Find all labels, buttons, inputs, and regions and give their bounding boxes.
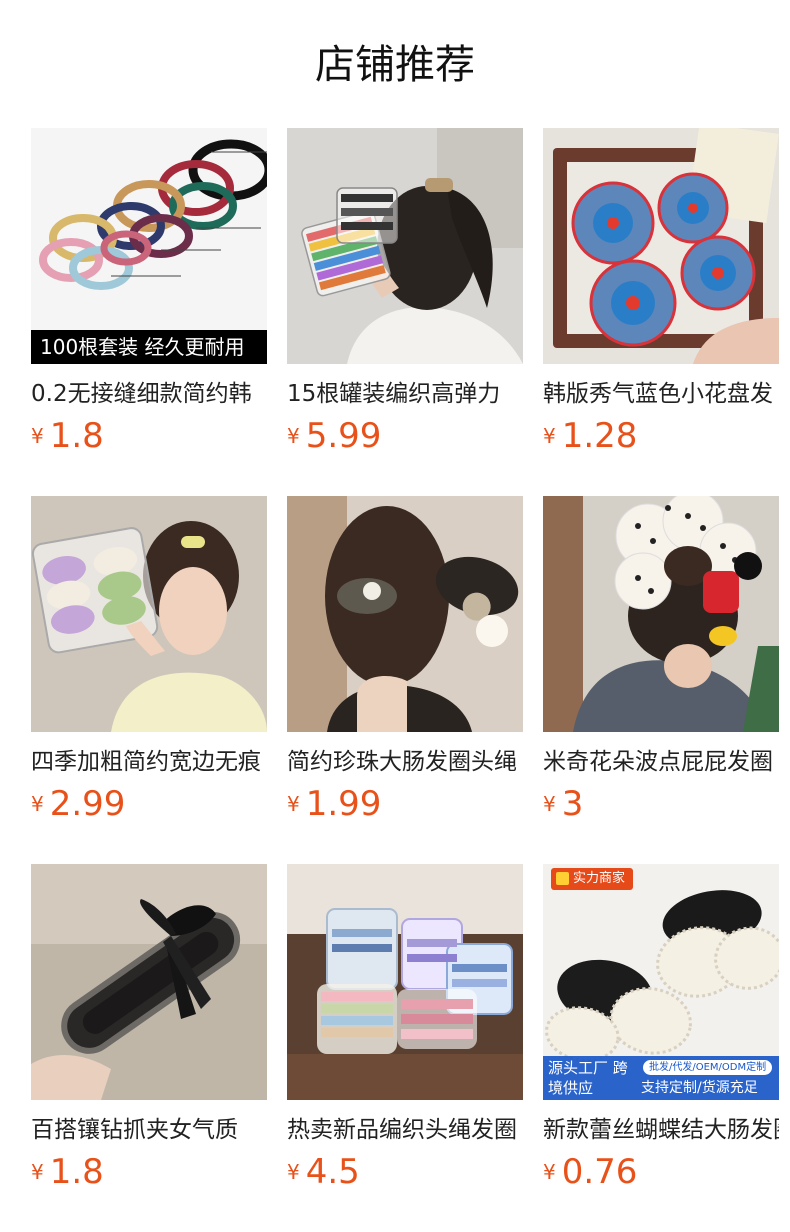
currency-symbol: ¥ xyxy=(543,1160,556,1184)
price-amount: 1.8 xyxy=(49,416,104,456)
product-image[interactable] xyxy=(287,864,523,1100)
product-price: ¥4.5 xyxy=(287,1152,360,1192)
currency-symbol: ¥ xyxy=(543,792,556,816)
product-image[interactable]: 100根套装 经久更耐用 xyxy=(31,128,267,364)
product-card[interactable]: 简约珍珠大肠发圈头绳 ¥1.99 xyxy=(287,496,523,826)
product-card[interactable]: 实力商家 源头工厂 跨境供应 批发/代发/OEM/ODM定制 支持定制/货源充足… xyxy=(543,864,779,1194)
product-image[interactable] xyxy=(287,128,523,364)
blue-flower-clips-image xyxy=(543,128,779,364)
price-amount: 1.99 xyxy=(305,784,382,824)
product-price: ¥1.8 xyxy=(31,416,104,456)
currency-symbol: ¥ xyxy=(31,1160,44,1184)
product-image[interactable] xyxy=(287,496,523,732)
mickey-polka-dot-scrunchie-image xyxy=(543,496,779,732)
product-title[interactable]: 米奇花朵波点屁屁发圈 xyxy=(543,744,779,780)
woman-hair-ties-box-image xyxy=(31,496,267,732)
price-amount: 3 xyxy=(561,784,584,824)
rhinestone-claw-clip-image xyxy=(31,864,267,1100)
currency-symbol: ¥ xyxy=(287,1160,300,1184)
product-title[interactable]: 韩版秀气蓝色小花盘发 xyxy=(543,376,779,412)
product-card[interactable]: 热卖新品编织头绳发圈 ¥4.5 xyxy=(287,864,523,1194)
price-amount: 5.99 xyxy=(305,416,382,456)
price-amount: 1.28 xyxy=(561,416,638,456)
product-title[interactable]: 新款蕾丝蝴蝶结大肠发圈 xyxy=(543,1112,779,1148)
product-price: ¥1.8 xyxy=(31,1152,104,1192)
product-image[interactable] xyxy=(543,128,779,364)
braided-hair-ties-cans-image xyxy=(287,864,523,1100)
factory-right-text: 支持定制/货源充足 xyxy=(641,1080,758,1096)
product-card[interactable]: 15根罐装编织高弹力 ¥5.99 xyxy=(287,128,523,458)
factory-left-text: 源头工厂 跨境供应 xyxy=(548,1059,628,1097)
product-card[interactable]: 四季加粗简约宽边无痕 ¥2.99 xyxy=(31,496,267,826)
price-amount: 1.8 xyxy=(49,1152,104,1192)
product-title[interactable]: 15根罐装编织高弹力 xyxy=(287,376,523,412)
product-title[interactable]: 0.2无接缝细款简约韩 xyxy=(31,376,267,412)
product-card[interactable]: 百搭镶钻抓夹女气质 ¥1.8 xyxy=(31,864,267,1194)
product-price: ¥0.76 xyxy=(543,1152,637,1192)
product-image[interactable]: 实力商家 源头工厂 跨境供应 批发/代发/OEM/ODM定制 支持定制/货源充足 xyxy=(543,864,779,1100)
strength-merchant-badge: 实力商家 xyxy=(551,868,634,890)
product-title[interactable]: 热卖新品编织头绳发圈 xyxy=(287,1112,523,1148)
product-title[interactable]: 百搭镶钻抓夹女气质 xyxy=(31,1112,267,1148)
price-amount: 2.99 xyxy=(49,784,126,824)
product-price: ¥3 xyxy=(543,784,583,824)
page-title: 店铺推荐 xyxy=(315,42,475,88)
product-card[interactable]: 米奇花朵波点屁屁发圈 ¥3 xyxy=(543,496,779,826)
product-image[interactable] xyxy=(543,496,779,732)
product-image[interactable] xyxy=(31,496,267,732)
currency-symbol: ¥ xyxy=(287,792,300,816)
product-title[interactable]: 四季加粗简约宽边无痕 xyxy=(31,744,267,780)
promo-banner: 100根套装 经久更耐用 xyxy=(31,330,267,364)
currency-symbol: ¥ xyxy=(287,424,300,448)
currency-symbol: ¥ xyxy=(31,792,44,816)
badge-label: 实力商家 xyxy=(573,871,626,886)
price-amount: 0.76 xyxy=(561,1152,638,1192)
hair-ties-bundle-image xyxy=(31,128,267,364)
shield-icon xyxy=(556,872,569,885)
product-price: ¥1.99 xyxy=(287,784,381,824)
product-card[interactable]: 韩版秀气蓝色小花盘发 ¥1.28 xyxy=(543,128,779,458)
product-card[interactable]: 100根套装 经久更耐用 0.2无接缝细款简约韩 ¥1.8 xyxy=(31,128,267,458)
currency-symbol: ¥ xyxy=(31,424,44,448)
currency-symbol: ¥ xyxy=(543,424,556,448)
product-price: ¥2.99 xyxy=(31,784,125,824)
product-price: ¥5.99 xyxy=(287,416,381,456)
pearl-scrunchie-image xyxy=(287,496,523,732)
factory-supply-banner: 源头工厂 跨境供应 批发/代发/OEM/ODM定制 支持定制/货源充足 xyxy=(543,1056,779,1100)
product-price: ¥1.28 xyxy=(543,416,637,456)
product-title[interactable]: 简约珍珠大肠发圈头绳 xyxy=(287,744,523,780)
factory-tag: 批发/代发/OEM/ODM定制 xyxy=(643,1060,773,1075)
woman-ponytail-image xyxy=(287,128,523,364)
product-image[interactable] xyxy=(31,864,267,1100)
price-amount: 4.5 xyxy=(305,1152,360,1192)
